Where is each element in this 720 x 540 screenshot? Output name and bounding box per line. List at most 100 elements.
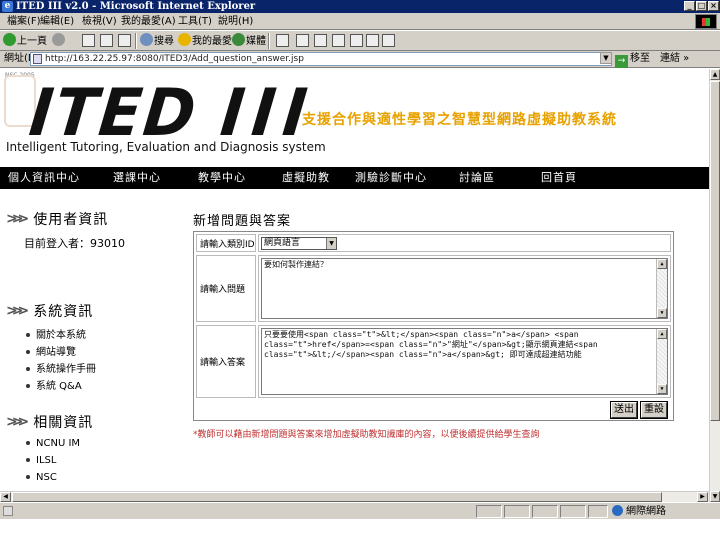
- search-button[interactable]: 搜尋: [140, 33, 174, 48]
- category-selected-value: 網頁語言: [264, 238, 301, 248]
- maximize-button[interactable]: □: [696, 1, 707, 11]
- search-icon: [140, 33, 153, 46]
- system-name-english: Intelligent Tutoring, Evaluation and Dia…: [6, 140, 326, 154]
- address-url: http://163.22.25.97:8080/ITED3/Add_quest…: [45, 54, 304, 64]
- nav-virtual-ta[interactable]: 虛擬助教: [282, 170, 330, 185]
- nav-teaching-center[interactable]: 教學中心: [198, 170, 246, 185]
- scroll-down-icon[interactable]: ▼: [710, 491, 720, 502]
- link-nsc[interactable]: NSC: [26, 472, 57, 483]
- status-pane: [588, 505, 608, 518]
- category-select[interactable]: 網頁語言 ▼: [261, 237, 337, 250]
- answer-row: 請輸入答案 只要要使用<span class="t">&lt;</span><s…: [196, 325, 671, 398]
- scroll-down-icon[interactable]: ▼: [657, 308, 667, 318]
- scroll-down-icon[interactable]: ▼: [657, 384, 667, 394]
- print-icon[interactable]: [314, 34, 327, 47]
- menu-favorites[interactable]: 我的最愛(A): [121, 15, 176, 28]
- chevron-down-icon[interactable]: ▼: [326, 238, 336, 249]
- link-ilsl[interactable]: ILSL: [26, 455, 56, 466]
- back-label: 上一頁: [17, 36, 47, 47]
- answer-scrollbar[interactable]: ▲ ▼: [656, 329, 667, 394]
- bullet-icon: [26, 350, 30, 354]
- status-pane: [560, 505, 586, 518]
- question-textarea[interactable]: 要如何製作連結？ ▲ ▼: [261, 258, 668, 319]
- search-label: 搜尋: [154, 36, 174, 47]
- scroll-up-icon[interactable]: ▲: [710, 69, 720, 80]
- vertical-scroll-thumb[interactable]: [710, 81, 720, 421]
- refresh-icon[interactable]: [100, 34, 113, 47]
- mail-icon[interactable]: [296, 34, 309, 47]
- menu-edit[interactable]: 編輯(E): [40, 15, 74, 28]
- go-arrow-icon: →: [615, 55, 628, 68]
- forward-arrow-icon: [52, 33, 65, 46]
- question-cell: 要如何製作連結？ ▲ ▼: [258, 255, 671, 322]
- link-manual[interactable]: 系統操作手冊: [26, 360, 96, 375]
- scroll-right-icon[interactable]: ▶: [697, 492, 708, 502]
- double-chevron-icon: >>>: [6, 211, 29, 227]
- link-about-label: 關於本系統: [36, 330, 86, 341]
- forward-button[interactable]: [52, 33, 66, 48]
- globe-icon: [612, 505, 623, 516]
- menu-help[interactable]: 說明(H): [218, 15, 253, 28]
- scroll-left-icon[interactable]: ◀: [0, 492, 11, 502]
- nav-forum[interactable]: 討論區: [459, 170, 495, 185]
- question-text: 要如何製作連結？: [264, 260, 328, 269]
- menu-tools[interactable]: 工具(T): [178, 15, 212, 28]
- bullet-icon: [26, 458, 30, 462]
- reset-button[interactable]: 重設: [640, 401, 668, 419]
- stop-icon[interactable]: [82, 34, 95, 47]
- submit-button[interactable]: 送出: [610, 401, 638, 419]
- nav-course-center[interactable]: 選課中心: [113, 170, 161, 185]
- status-pane: [532, 505, 558, 518]
- media-label: 媒體: [246, 36, 266, 47]
- nav-home[interactable]: 回首頁: [541, 170, 577, 185]
- toolbar-separator: [135, 33, 137, 49]
- edit-icon[interactable]: [332, 34, 345, 47]
- close-button[interactable]: ×: [708, 1, 719, 11]
- page-horizontal-scrollbar[interactable]: ◀ ▶: [0, 491, 709, 502]
- link-about[interactable]: 關於本系統: [26, 326, 86, 341]
- link-nsc-label: NSC: [36, 472, 57, 483]
- scroll-up-icon[interactable]: ▲: [657, 259, 667, 269]
- links-button[interactable]: 連結 »: [660, 52, 689, 66]
- address-dropdown-icon[interactable]: ▼: [600, 52, 612, 64]
- history-icon[interactable]: [276, 34, 289, 47]
- back-button[interactable]: 上一頁: [3, 33, 47, 48]
- link-site-guide[interactable]: 網站導覽: [26, 343, 76, 358]
- ited-logo: ITED III: [26, 74, 318, 151]
- system-info-heading: >>> 系統資訊: [6, 301, 93, 321]
- status-pane: [504, 505, 530, 518]
- address-input[interactable]: http://163.22.25.97:8080/ITED3/Add_quest…: [30, 52, 612, 66]
- page-vertical-scrollbar[interactable]: ▲ ▼: [709, 69, 720, 502]
- nav-test-diagnosis[interactable]: 測驗診斷中心: [355, 170, 427, 185]
- favorites-button[interactable]: 我的最愛: [178, 33, 232, 48]
- scroll-up-icon[interactable]: ▲: [657, 329, 667, 339]
- discuss-icon[interactable]: [350, 34, 363, 47]
- system-info-heading-text: 系統資訊: [33, 304, 94, 320]
- home-icon[interactable]: [118, 34, 131, 47]
- link-qa-label: 系統 Q&A: [36, 381, 82, 392]
- standard-toolbar: 上一頁 搜尋 我的最愛 媒體: [0, 31, 720, 51]
- answer-textarea[interactable]: 只要要使用<span class="t">&lt;</span><span cl…: [261, 328, 668, 395]
- window-title: ITED III v2.0 - Microsoft Internet Explo…: [16, 1, 256, 12]
- messenger-icon[interactable]: [366, 34, 379, 47]
- go-button[interactable]: → 移至: [615, 52, 650, 68]
- bullet-icon: [26, 384, 30, 388]
- menu-view[interactable]: 檢視(V): [82, 15, 117, 28]
- answer-label: 請輸入答案: [196, 325, 256, 398]
- link-ncnu-im[interactable]: NCNU IM: [26, 438, 80, 449]
- research-icon[interactable]: [382, 34, 395, 47]
- user-info-heading: >>> 使用者資訊: [6, 209, 108, 229]
- minimize-button[interactable]: _: [684, 1, 695, 11]
- nav-personal-center[interactable]: 個人資訊中心: [8, 170, 80, 185]
- menu-file[interactable]: 檔案(F): [7, 15, 41, 28]
- double-chevron-icon: >>>: [6, 414, 29, 430]
- media-button[interactable]: 媒體: [232, 33, 266, 48]
- related-info-heading: >>> 相關資訊: [6, 412, 93, 432]
- form-title: 新增問題與答案: [193, 214, 292, 229]
- status-bar: 網際網路: [0, 502, 720, 519]
- question-scrollbar[interactable]: ▲ ▼: [656, 259, 667, 318]
- windows-logo-icon: [695, 14, 717, 29]
- link-qa[interactable]: 系統 Q&A: [26, 377, 82, 392]
- menu-bar: 檔案(F) 編輯(E) 檢視(V) 我的最愛(A) 工具(T) 說明(H): [0, 13, 720, 30]
- horizontal-scroll-thumb[interactable]: [12, 492, 662, 502]
